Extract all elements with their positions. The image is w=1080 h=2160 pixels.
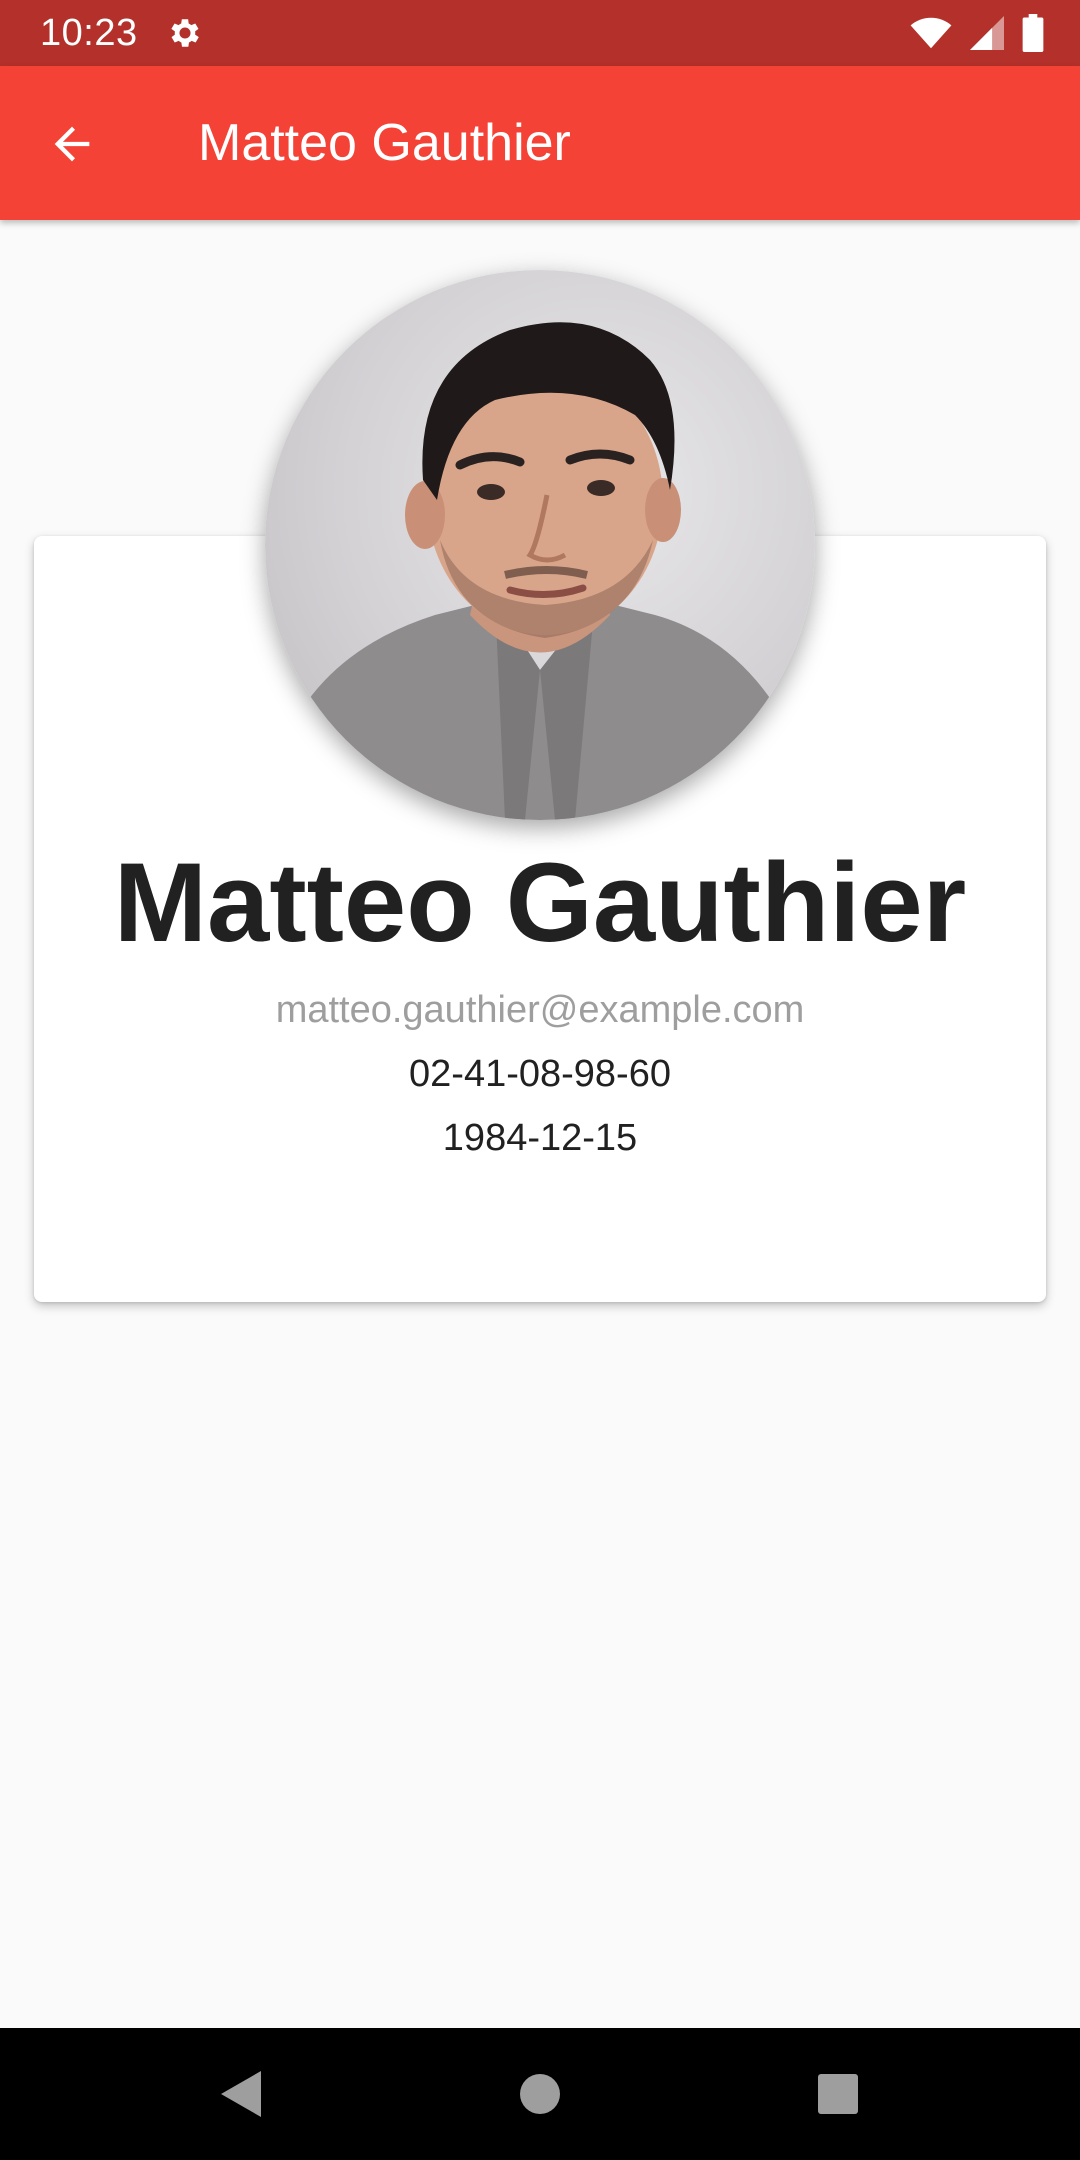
nav-recents-button[interactable] <box>802 2058 874 2130</box>
nav-back-button[interactable] <box>204 2058 276 2130</box>
system-nav-bar <box>0 2028 1080 2160</box>
wifi-icon <box>910 17 952 49</box>
arrow-back-icon <box>54 126 90 162</box>
profile-date-of-birth: 1984-12-15 <box>442 1117 638 1159</box>
profile-email: matteo.gauthier@example.com <box>275 989 805 1031</box>
profile-screen: 10:23 Matteo Gauthier Matteo Gauthier ma… <box>0 0 1080 2160</box>
back-button[interactable] <box>40 112 104 176</box>
app-bar: Matteo Gauthier <box>0 66 1080 220</box>
battery-icon <box>1022 14 1044 52</box>
profile-photo <box>265 322 815 820</box>
home-circle-icon <box>520 2074 560 2114</box>
profile-name: Matteo Gauthier <box>113 840 967 965</box>
status-time: 10:23 <box>40 12 138 54</box>
gear-icon <box>171 19 199 47</box>
profile-phone: 02-41-08-98-60 <box>409 1053 671 1095</box>
profile-avatar <box>265 270 815 820</box>
nav-home-button[interactable] <box>504 2058 576 2130</box>
status-bar: 10:23 <box>0 0 1080 66</box>
app-bar-title: Matteo Gauthier <box>198 114 571 172</box>
back-triangle-icon <box>221 2071 261 2117</box>
recents-square-icon <box>818 2074 858 2114</box>
signal-icon <box>970 16 1004 50</box>
